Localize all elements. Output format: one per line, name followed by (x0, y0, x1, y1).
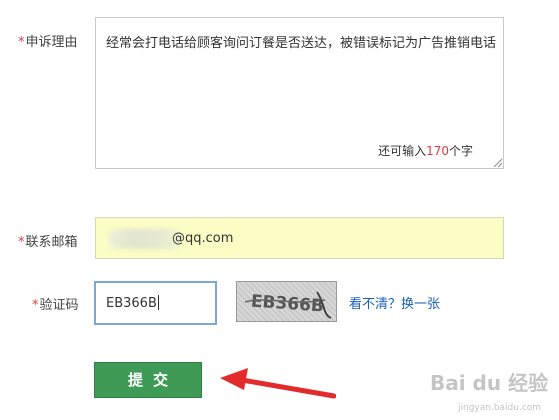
submit-button[interactable]: 提交 (94, 362, 202, 398)
svg-text:Bai du 经验: Bai du 经验 (430, 371, 548, 395)
required-mark: * (32, 298, 39, 313)
captcha-graphic: EB366B (244, 291, 332, 319)
resize-grip-icon[interactable] (492, 157, 502, 167)
text-caret (157, 295, 159, 310)
watermark-logo: Bai du 经验 jingyan.baidu.com (430, 371, 548, 413)
email-field[interactable]: @qq.com (95, 217, 504, 259)
email-label: *联系邮箱 (18, 235, 78, 250)
reason-textarea[interactable]: 经常会打电话给顾客询问订餐是否送达，被错误标记为广告推销电话 还可输入170个字 (95, 17, 504, 169)
char-counter: 还可输入170个字 (378, 144, 473, 158)
captcha-input[interactable]: EB366B (94, 281, 217, 325)
red-arrow-annotation (220, 368, 336, 399)
captcha-value: EB366B (106, 296, 157, 311)
reason-label: *申诉理由 (18, 35, 78, 50)
email-value: @qq.com (172, 231, 234, 246)
remaining-count: 170 (426, 144, 449, 158)
svg-text:jingyan.baidu.com: jingyan.baidu.com (457, 403, 541, 413)
required-mark: * (18, 235, 25, 250)
captcha-image-text: EB366B (250, 292, 324, 317)
captcha-label: *验证码 (32, 298, 79, 313)
reason-text: 经常会打电话给顾客询问订餐是否送达，被错误标记为广告推销电话 (106, 36, 497, 51)
email-redaction (108, 229, 182, 249)
required-mark: * (18, 35, 25, 50)
refresh-captcha-link[interactable]: 看不清？换一张 (349, 293, 440, 312)
captcha-image[interactable]: EB366B (236, 281, 337, 322)
